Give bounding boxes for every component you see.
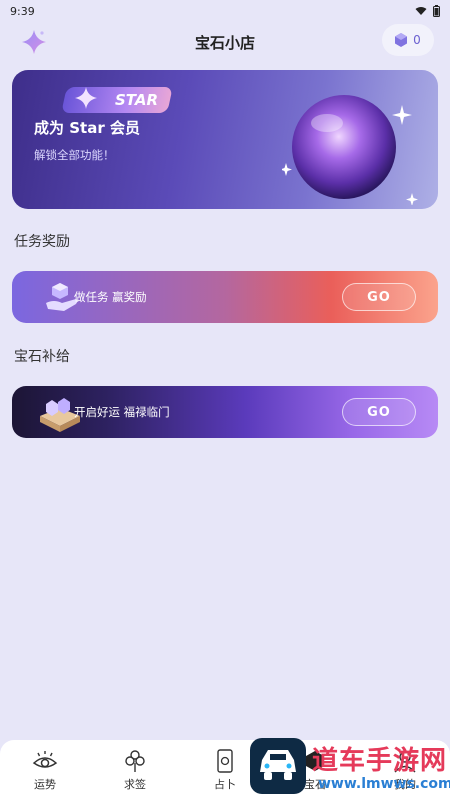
banner-title: 成为 Star 会员 (34, 119, 140, 137)
header: 宝石小店 0 (0, 22, 450, 62)
task-reward-card[interactable]: 做任务 赢奖励 GO (12, 271, 438, 323)
status-bar: 9:39 (0, 0, 450, 22)
clover-icon (125, 749, 145, 772)
gem-supply-card[interactable]: 开启好运 福禄临门 GO (12, 386, 438, 438)
section-title-tasks: 任务奖励 (14, 234, 70, 250)
watermark-title: 道车手游网 (312, 746, 448, 776)
crystal-orb-icon (282, 95, 418, 205)
tab-draw-lots[interactable]: 求签 (90, 749, 180, 792)
watermark: 道车手游网 www.lmwws.com (250, 738, 450, 798)
battery-icon (433, 5, 440, 17)
tab-label: 运势 (34, 777, 56, 791)
gem-count: 0 (413, 33, 421, 47)
gem-icon (395, 33, 408, 47)
task-card-text: 做任务 赢奖励 (74, 290, 147, 304)
supply-go-button[interactable]: GO (342, 398, 416, 426)
eye-icon (32, 750, 58, 768)
tab-label: 求签 (124, 777, 146, 791)
page-title: 宝石小店 (194, 33, 255, 52)
tarot-card-icon (217, 748, 233, 773)
sparkle-gem-icon (75, 87, 97, 109)
section-title-supply: 宝石补给 (14, 349, 70, 365)
tab-label: 占卜 (214, 777, 236, 791)
status-icons (415, 5, 440, 17)
task-go-button[interactable]: GO (342, 283, 416, 311)
sparkle-icon[interactable] (20, 28, 48, 56)
star-badge-label: STAR (114, 91, 158, 109)
wifi-icon (415, 7, 427, 15)
car-logo-icon (250, 738, 306, 794)
watermark-url: www.lmwws.com (318, 776, 450, 792)
supply-card-text: 开启好运 福禄临门 (74, 405, 170, 419)
gem-balance[interactable]: 0 (382, 24, 434, 56)
banner-subtitle: 解锁全部功能！ (34, 148, 115, 162)
star-membership-banner[interactable]: STAR 成为 Star 会员 解锁全部功能！ (12, 70, 438, 209)
status-time: 9:39 (10, 4, 35, 18)
tab-fortune[interactable]: 运势 (0, 749, 90, 792)
